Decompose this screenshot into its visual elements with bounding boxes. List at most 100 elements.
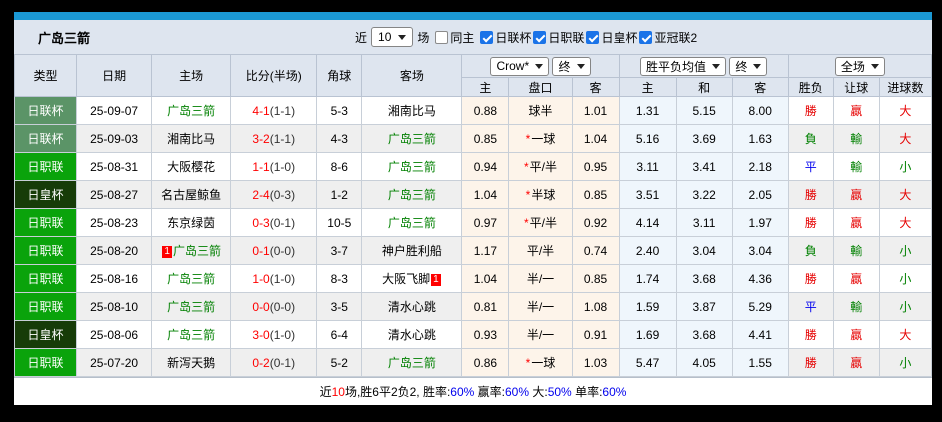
same-home-checkbox[interactable] <box>435 30 449 44</box>
chevron-down-icon <box>535 63 544 69</box>
half-score: (1-0) <box>269 159 296 174</box>
chevron-down-icon <box>576 63 585 69</box>
cell-result-handicap: 贏 <box>832 180 880 209</box>
cell-avg-draw: 3.04 <box>675 236 733 265</box>
full-score: 0-3 <box>252 215 270 230</box>
cell-away-team: 神户胜利船 <box>361 236 463 265</box>
same-home-label: 同主 <box>450 30 475 45</box>
cell-result-outcome: 勝 <box>787 320 834 349</box>
cell-home-team: 广岛三箭 <box>151 320 232 349</box>
filter-label: 日皇杯 <box>601 30 638 45</box>
filter-checkbox[interactable] <box>639 30 653 44</box>
team-name[interactable]: 大阪飞脚 <box>382 272 430 286</box>
team-name[interactable]: 广岛三箭 <box>173 244 221 258</box>
table-row: 日职联 25-08-23 东京绿茵 0-3(0-1) 10-5 广岛三箭 0.97 *平/半 0… <box>13 208 933 237</box>
full-score: 1-0 <box>252 271 270 286</box>
filter-label: 日联杯 <box>495 30 532 45</box>
table-row: 日皇杯 25-08-06 广岛三箭 3-0(1-0) 6-4 清水心跳 0.93 半/一 0.9… <box>13 320 933 349</box>
cell-avg-away: 8.00 <box>731 96 789 125</box>
col-date: 日期 <box>76 54 153 97</box>
team-name[interactable]: 清水心跳 <box>388 300 436 314</box>
team-name[interactable]: 东京绿茵 <box>167 216 215 230</box>
cell-avg-home: 5.47 <box>618 348 677 377</box>
team-name[interactable]: 广岛三箭 <box>388 160 436 174</box>
line-changed-marker: * <box>525 132 531 146</box>
cell-result-goals: 小 <box>878 348 933 377</box>
chevron-down-icon <box>753 63 762 69</box>
cell-result-goals: 大 <box>878 208 933 237</box>
handicap-state-select[interactable]: 终 <box>552 56 591 76</box>
cell-result-handicap: 贏 <box>832 264 880 293</box>
team-name[interactable]: 广岛三箭 <box>167 104 215 118</box>
scope-select[interactable]: 全场 <box>834 56 885 76</box>
team-name[interactable]: 清水心跳 <box>388 328 436 342</box>
team-name[interactable]: 新泻天鹅 <box>167 356 215 370</box>
cell-handicap-home: 0.94 <box>461 152 510 181</box>
half-score: (1-1) <box>269 103 296 118</box>
table-row: 日职联 25-08-20 1 广岛三箭 0-1(0-0) 3-7 神户胜利船 1.17 平/半 0… <box>13 236 933 265</box>
cell-handicap-away: 0.74 <box>571 236 620 265</box>
subcol-handicap-home: 主 <box>461 77 510 97</box>
chevron-down-icon <box>398 34 407 40</box>
avg-type-select[interactable]: 胜平负均值 <box>639 56 726 76</box>
team-name[interactable]: 大阪樱花 <box>167 160 215 174</box>
cell-avg-away: 2.05 <box>731 180 789 209</box>
team-name[interactable]: 广岛三箭 <box>388 356 436 370</box>
team-name[interactable]: 广岛三箭 <box>167 328 215 342</box>
cell-result-goals: 小 <box>878 236 933 265</box>
cell-date: 25-08-31 <box>76 152 153 181</box>
cell-avg-draw: 4.05 <box>675 348 733 377</box>
cell-handicap-line: 平/半 <box>508 236 573 265</box>
avg-state-select[interactable]: 终 <box>729 56 768 76</box>
team-name[interactable]: 广岛三箭 <box>388 132 436 146</box>
cell-corner: 6-4 <box>316 320 363 349</box>
team-name[interactable]: 广岛三箭 <box>388 188 436 202</box>
col-corner: 角球 <box>316 54 363 97</box>
cell-corner: 3-7 <box>316 236 363 265</box>
half-score: (1-0) <box>269 327 296 342</box>
page-title: 广岛三箭 <box>38 30 91 46</box>
col-score: 比分(半场) <box>230 54 318 97</box>
cell-corner: 4-3 <box>316 124 363 153</box>
cell-avg-home: 1.31 <box>618 96 677 125</box>
team-name[interactable]: 广岛三箭 <box>167 272 215 286</box>
cell-home-team: 广岛三箭 <box>151 264 232 293</box>
recent-prefix-label: 近 <box>355 30 368 45</box>
line-changed-marker: * <box>525 188 531 202</box>
cell-score: 0-1(0-0) <box>230 236 318 265</box>
recent-count-select[interactable]: 10 <box>371 27 414 47</box>
table-body: 日联杯 25-09-07 广岛三箭 4-1(1-1) 5-3 湘南比马 0.88 球半 1.01… <box>13 96 933 377</box>
subcol-avg-home: 主 <box>618 77 677 97</box>
summary-segment: 60% <box>505 385 530 399</box>
matches-table: 类型 日期 主场 比分(半场) 角球 客场 Crow* 终 胜平负均值 终 全场 <box>13 54 933 377</box>
cell-result-outcome: 勝 <box>787 180 834 209</box>
cell-corner: 10-5 <box>316 208 363 237</box>
filter-label: 日职联 <box>548 30 585 45</box>
cell-avg-home: 1.59 <box>618 292 677 321</box>
cell-handicap-line: 球半 <box>508 96 573 125</box>
cell-result-outcome: 負 <box>787 236 834 265</box>
summary-text: 近10场,胜6平2负2, 胜率:60% 赢率:60% 大:50% 单率:60% <box>320 383 627 400</box>
cell-date: 25-08-10 <box>76 292 153 321</box>
filter-checkbox[interactable] <box>480 30 494 44</box>
cell-result-goals: 大 <box>878 96 933 125</box>
team-name[interactable]: 名古屋鲸鱼 <box>161 188 221 202</box>
filter-checkbox[interactable] <box>533 30 547 44</box>
cell-home-team: 湘南比马 <box>151 124 232 153</box>
subcol-result-goals: 进球数 <box>878 77 933 97</box>
bookmaker-select[interactable]: Crow* <box>490 56 550 76</box>
cell-date: 25-07-20 <box>76 348 153 377</box>
cell-home-team: 名古屋鲸鱼 <box>151 180 232 209</box>
league-filter-item: 日皇杯 <box>586 29 637 46</box>
team-name[interactable]: 湘南比马 <box>388 104 436 118</box>
col-type: 类型 <box>13 54 78 97</box>
cell-result-handicap: 贏 <box>832 208 880 237</box>
team-name[interactable]: 广岛三箭 <box>167 300 215 314</box>
cell-handicap-away: 1.03 <box>571 348 620 377</box>
team-name[interactable]: 神户胜利船 <box>382 244 442 258</box>
cell-league-type: 日职联 <box>13 292 78 321</box>
subcol-avg-draw: 和 <box>675 77 733 97</box>
team-name[interactable]: 广岛三箭 <box>388 216 436 230</box>
team-name[interactable]: 湘南比马 <box>167 132 215 146</box>
filter-checkbox[interactable] <box>586 30 600 44</box>
